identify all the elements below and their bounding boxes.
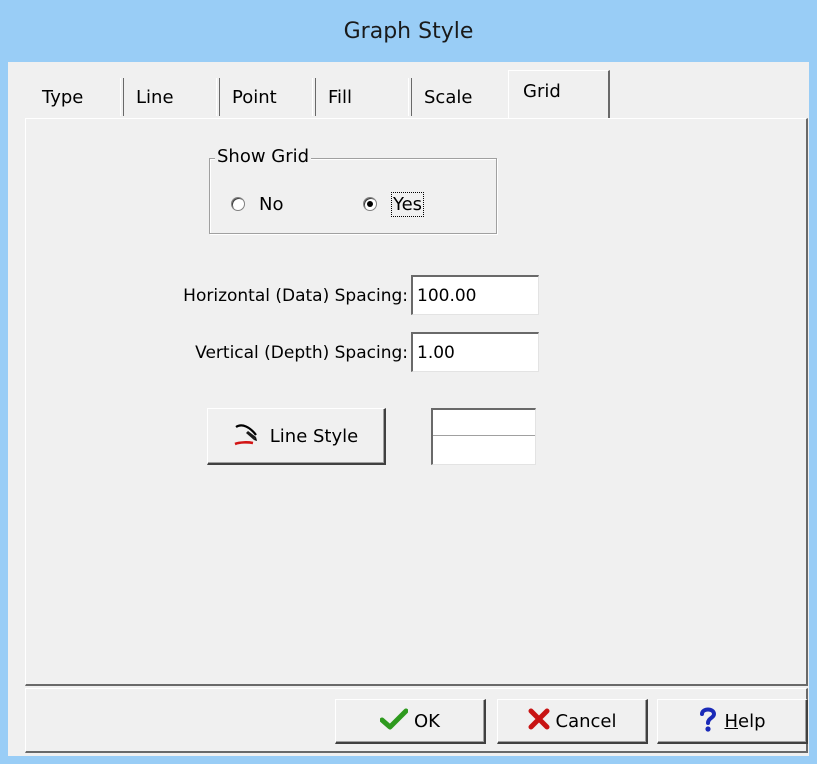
- question-icon: [698, 706, 718, 737]
- vertical-spacing-label: Vertical (Depth) Spacing:: [195, 343, 408, 363]
- preview-line: [433, 435, 535, 436]
- tab-label: Type: [42, 86, 84, 108]
- line-style-preview: [431, 408, 536, 465]
- tab-label: Scale: [424, 86, 473, 108]
- cancel-button[interactable]: Cancel: [497, 699, 648, 744]
- horizontal-spacing-label: Horizontal (Data) Spacing:: [183, 286, 408, 306]
- radio-yes-label[interactable]: Yes: [390, 192, 425, 217]
- radio-no-label[interactable]: No: [259, 194, 283, 215]
- window-title: Graph Style: [343, 18, 474, 44]
- tab-label: Fill: [328, 86, 353, 108]
- tab-scale[interactable]: Scale: [412, 76, 508, 118]
- tab-point[interactable]: Point: [220, 76, 316, 118]
- tab-label: Point: [232, 86, 277, 108]
- line-style-button[interactable]: Line Style: [207, 408, 386, 465]
- pen-line-icon: [234, 421, 264, 452]
- line-style-label: Line Style: [269, 425, 359, 447]
- help-mnemonic: H: [724, 710, 739, 732]
- vertical-spacing-input[interactable]: [411, 332, 539, 372]
- show-grid-group: [209, 158, 497, 234]
- help-button[interactable]: Help: [657, 699, 808, 744]
- help-label: Help: [724, 711, 765, 732]
- tab-line[interactable]: Line: [124, 76, 220, 118]
- ok-label: OK: [414, 710, 440, 732]
- cancel-label: Cancel: [555, 710, 617, 732]
- horizontal-spacing-input[interactable]: [411, 275, 539, 315]
- title-bar[interactable]: Graph Style: [0, 0, 817, 62]
- show-grid-legend: Show Grid: [215, 146, 312, 167]
- x-icon: [528, 708, 550, 735]
- tab-label: Grid: [523, 81, 561, 102]
- tab-type[interactable]: Type: [30, 76, 124, 118]
- tab-grid[interactable]: Grid: [508, 70, 610, 119]
- radio-selected-dot: [367, 201, 373, 207]
- tab-fill[interactable]: Fill: [316, 76, 412, 118]
- radio-no[interactable]: [231, 197, 245, 211]
- tab-label: Line: [136, 86, 174, 108]
- checkmark-icon: [379, 708, 409, 735]
- radio-yes[interactable]: [363, 197, 377, 211]
- help-label-rest: elp: [738, 710, 766, 732]
- ok-button[interactable]: OK: [335, 699, 486, 744]
